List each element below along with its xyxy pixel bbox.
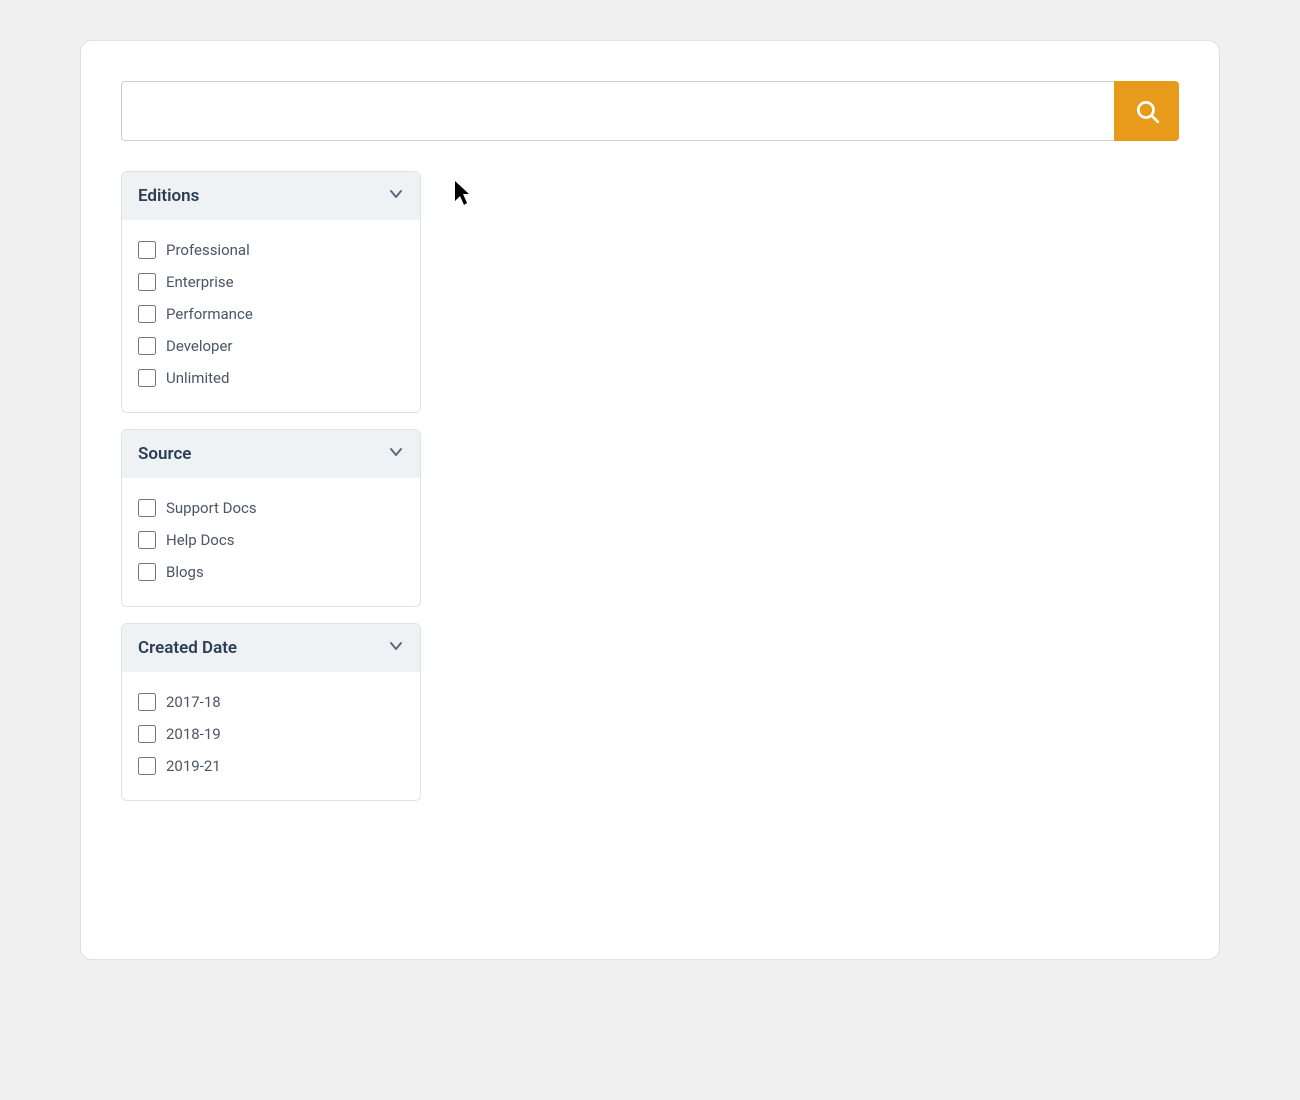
- list-item: Blogs: [138, 556, 404, 588]
- editions-performance-checkbox[interactable]: [138, 305, 156, 323]
- created-date-2018-19-checkbox[interactable]: [138, 725, 156, 743]
- source-filter-header[interactable]: Source: [122, 430, 420, 478]
- source-support-docs-checkbox[interactable]: [138, 499, 156, 517]
- editions-developer-checkbox[interactable]: [138, 337, 156, 355]
- created-date-filter-title: Created Date: [138, 638, 237, 658]
- content-area: Editions Professional Enterprise: [121, 171, 1179, 801]
- editions-developer-label: Developer: [166, 337, 233, 355]
- sidebar: Editions Professional Enterprise: [121, 171, 421, 801]
- created-date-filter-header[interactable]: Created Date: [122, 624, 420, 672]
- list-item: Support Docs: [138, 492, 404, 524]
- source-filter-body: Support Docs Help Docs Blogs: [122, 478, 420, 606]
- created-date-chevron-down-icon: [388, 638, 404, 658]
- main-content: [445, 171, 1179, 209]
- list-item: 2019-21: [138, 750, 404, 782]
- editions-filter-section: Editions Professional Enterprise: [121, 171, 421, 413]
- search-icon: [1134, 98, 1160, 124]
- cursor-icon: [455, 181, 475, 205]
- source-blogs-label: Blogs: [166, 563, 204, 581]
- editions-filter-header[interactable]: Editions: [122, 172, 420, 220]
- source-blogs-checkbox[interactable]: [138, 563, 156, 581]
- editions-unlimited-checkbox[interactable]: [138, 369, 156, 387]
- source-chevron-down-icon: [388, 444, 404, 464]
- main-container: Editions Professional Enterprise: [80, 40, 1220, 960]
- editions-professional-label: Professional: [166, 241, 250, 259]
- source-filter-section: Source Support Docs Help Docs: [121, 429, 421, 607]
- list-item: Professional: [138, 234, 404, 266]
- editions-filter-title: Editions: [138, 186, 199, 206]
- created-date-2018-19-label: 2018-19: [166, 725, 221, 743]
- editions-enterprise-label: Enterprise: [166, 273, 234, 291]
- created-date-filter-section: Created Date 2017-18 2018-19: [121, 623, 421, 801]
- editions-professional-checkbox[interactable]: [138, 241, 156, 259]
- source-help-docs-checkbox[interactable]: [138, 531, 156, 549]
- search-input[interactable]: [121, 81, 1114, 141]
- editions-chevron-down-icon: [388, 186, 404, 206]
- source-support-docs-label: Support Docs: [166, 499, 257, 517]
- list-item: Developer: [138, 330, 404, 362]
- list-item: Help Docs: [138, 524, 404, 556]
- cursor-area: [445, 171, 1179, 209]
- editions-unlimited-label: Unlimited: [166, 369, 229, 387]
- list-item: Enterprise: [138, 266, 404, 298]
- created-date-filter-body: 2017-18 2018-19 2019-21: [122, 672, 420, 800]
- created-date-2017-18-label: 2017-18: [166, 693, 221, 711]
- created-date-2017-18-checkbox[interactable]: [138, 693, 156, 711]
- editions-enterprise-checkbox[interactable]: [138, 273, 156, 291]
- list-item: 2017-18: [138, 686, 404, 718]
- editions-performance-label: Performance: [166, 305, 253, 323]
- editions-filter-body: Professional Enterprise Performance Deve…: [122, 220, 420, 412]
- list-item: Performance: [138, 298, 404, 330]
- list-item: 2018-19: [138, 718, 404, 750]
- search-bar-container: [121, 81, 1179, 141]
- created-date-2019-21-label: 2019-21: [166, 757, 221, 775]
- list-item: Unlimited: [138, 362, 404, 394]
- search-button[interactable]: [1114, 81, 1179, 141]
- created-date-2019-21-checkbox[interactable]: [138, 757, 156, 775]
- source-filter-title: Source: [138, 444, 191, 464]
- source-help-docs-label: Help Docs: [166, 531, 234, 549]
